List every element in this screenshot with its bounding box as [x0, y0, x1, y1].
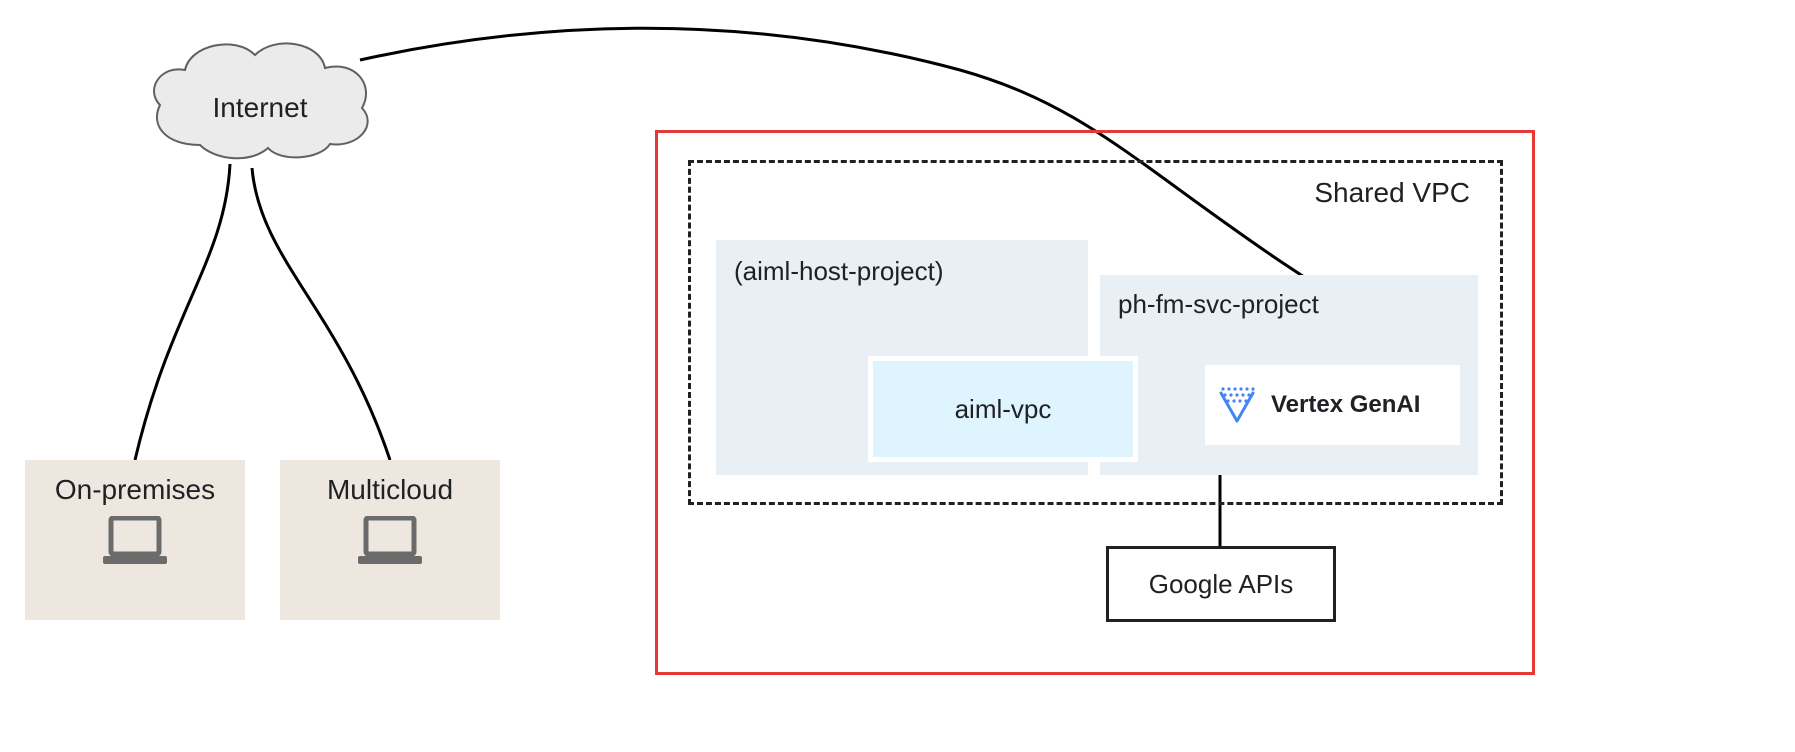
shared-vpc-label: Shared VPC [1314, 177, 1470, 209]
internet-label: Internet [140, 92, 380, 124]
laptop-icon [101, 516, 169, 566]
laptop-icon [356, 516, 424, 566]
on-premises-box: On-premises [25, 460, 245, 620]
vertex-genai-box: Vertex GenAI [1200, 360, 1465, 450]
internet-cloud: Internet [140, 30, 380, 170]
vertex-genai-label: Vertex GenAI [1271, 391, 1420, 419]
aiml-vpc-box: aiml-vpc [868, 356, 1138, 462]
multicloud-label: Multicloud [280, 474, 500, 506]
google-apis-label: Google APIs [1149, 569, 1294, 600]
google-apis-box: Google APIs [1106, 546, 1336, 622]
multicloud-box: Multicloud [280, 460, 500, 620]
aiml-host-project-label: (aiml-host-project) [734, 256, 1070, 287]
vertex-ai-icon [1215, 383, 1259, 427]
aiml-vpc-label: aiml-vpc [955, 394, 1052, 425]
ph-fm-svc-project-label: ph-fm-svc-project [1118, 289, 1460, 320]
on-premises-label: On-premises [25, 474, 245, 506]
